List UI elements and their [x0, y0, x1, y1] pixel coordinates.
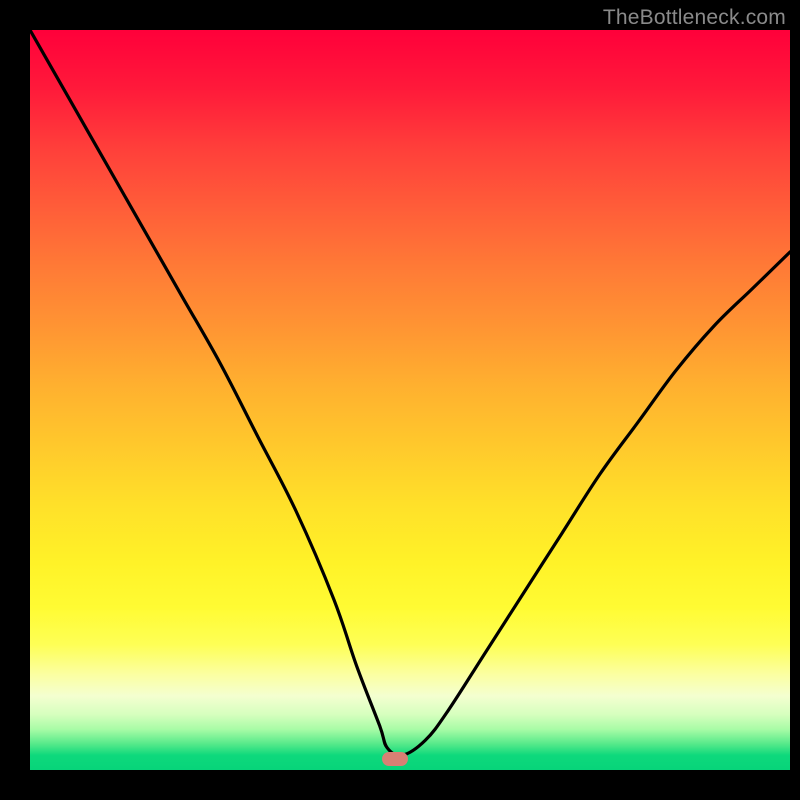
bottleneck-curve [30, 30, 790, 770]
chart-frame: TheBottleneck.com [0, 0, 800, 800]
minimum-marker [382, 752, 408, 766]
plot-area [30, 30, 790, 770]
attribution-text: TheBottleneck.com [603, 6, 786, 30]
